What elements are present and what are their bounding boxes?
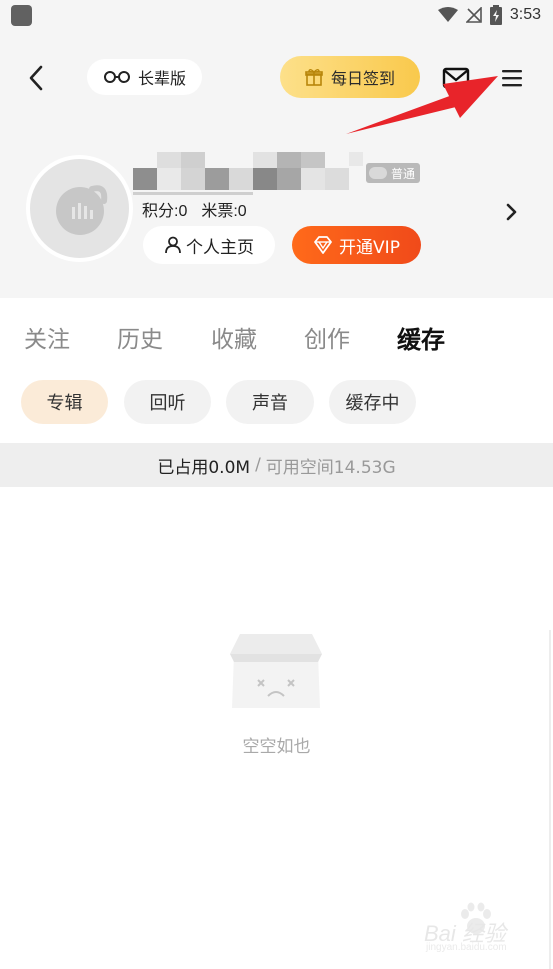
empty-box-icon <box>230 634 322 708</box>
chevron-right-icon <box>506 203 517 221</box>
member-level-label: 普通 <box>390 166 415 181</box>
member-level-badge: 普通 <box>366 163 420 183</box>
elder-mode-label: 长辈版 <box>137 69 186 88</box>
vip-diamond-icon <box>314 236 332 254</box>
status-icons: 3:53 <box>437 4 541 26</box>
empty-state-text: 空空如也 <box>242 737 311 757</box>
tickets-value[interactable]: 米票:0 <box>201 197 246 221</box>
app-notification-icon <box>11 5 32 26</box>
daily-checkin-button[interactable]: 每日签到 <box>280 56 420 98</box>
hamburger-menu-icon <box>502 70 522 87</box>
homepage-label: 个人主页 <box>186 237 254 258</box>
back-arrow-icon <box>29 65 43 91</box>
cache-filter-chips: 专辑 回听 声音 缓存中 <box>0 380 553 426</box>
tab-cache[interactable]: 缓存 <box>397 320 445 355</box>
storage-separator: / <box>255 455 261 475</box>
profile-stats: 积分:0 米票:0 <box>142 197 247 221</box>
storage-used: 已占用0.0M <box>157 457 251 478</box>
username-redacted <box>133 152 363 195</box>
app-screen: 3:53 长辈版 每日签到 普通 积分:0 米票:0 个人主页 开通VIP 关注… <box>0 0 553 969</box>
no-signal-icon <box>465 7 482 23</box>
chip-downloading[interactable]: 缓存中 <box>329 380 416 424</box>
wifi-icon <box>437 7 458 22</box>
edge-divider <box>549 630 551 969</box>
storage-free: 可用空间14.53G <box>265 457 396 478</box>
person-icon <box>165 236 181 254</box>
profile-detail-button[interactable] <box>503 200 519 224</box>
personal-homepage-button[interactable]: 个人主页 <box>143 226 275 264</box>
watermark-url: jingyan.baidu.com <box>426 942 507 953</box>
default-avatar-icon <box>55 184 107 235</box>
storage-usage-bar: 已占用0.0M / 可用空间14.53G <box>0 443 553 487</box>
baidu-jingyan-watermark: Bai 经验 jingyan.baidu.com <box>420 902 538 960</box>
mail-icon <box>442 67 470 89</box>
status-bar: 3:53 <box>0 0 553 30</box>
library-tabs: 关注 历史 收藏 创作 缓存 <box>0 320 553 360</box>
avatar[interactable] <box>26 155 133 262</box>
more-menu-button[interactable] <box>498 64 526 92</box>
glasses-icon <box>103 71 130 83</box>
tab-following[interactable]: 关注 <box>24 320 70 354</box>
battery-charging-icon <box>489 5 502 25</box>
chip-replays[interactable]: 回听 <box>124 380 211 424</box>
checkin-label: 每日签到 <box>330 69 395 88</box>
clock: 3:53 <box>509 6 541 23</box>
open-vip-button[interactable]: 开通VIP <box>292 226 421 264</box>
points-value[interactable]: 积分:0 <box>142 197 187 221</box>
back-button[interactable] <box>22 61 50 95</box>
vip-label: 开通VIP <box>339 237 400 258</box>
tab-creations[interactable]: 创作 <box>304 320 350 354</box>
tab-favorites[interactable]: 收藏 <box>211 320 257 354</box>
elder-mode-button[interactable]: 长辈版 <box>87 59 202 95</box>
tab-history[interactable]: 历史 <box>117 320 163 354</box>
messages-button[interactable] <box>440 64 472 92</box>
gift-icon <box>305 69 323 86</box>
chip-sounds[interactable]: 声音 <box>226 380 314 424</box>
badge-cloud-icon <box>369 167 387 179</box>
chip-albums[interactable]: 专辑 <box>21 380 108 424</box>
